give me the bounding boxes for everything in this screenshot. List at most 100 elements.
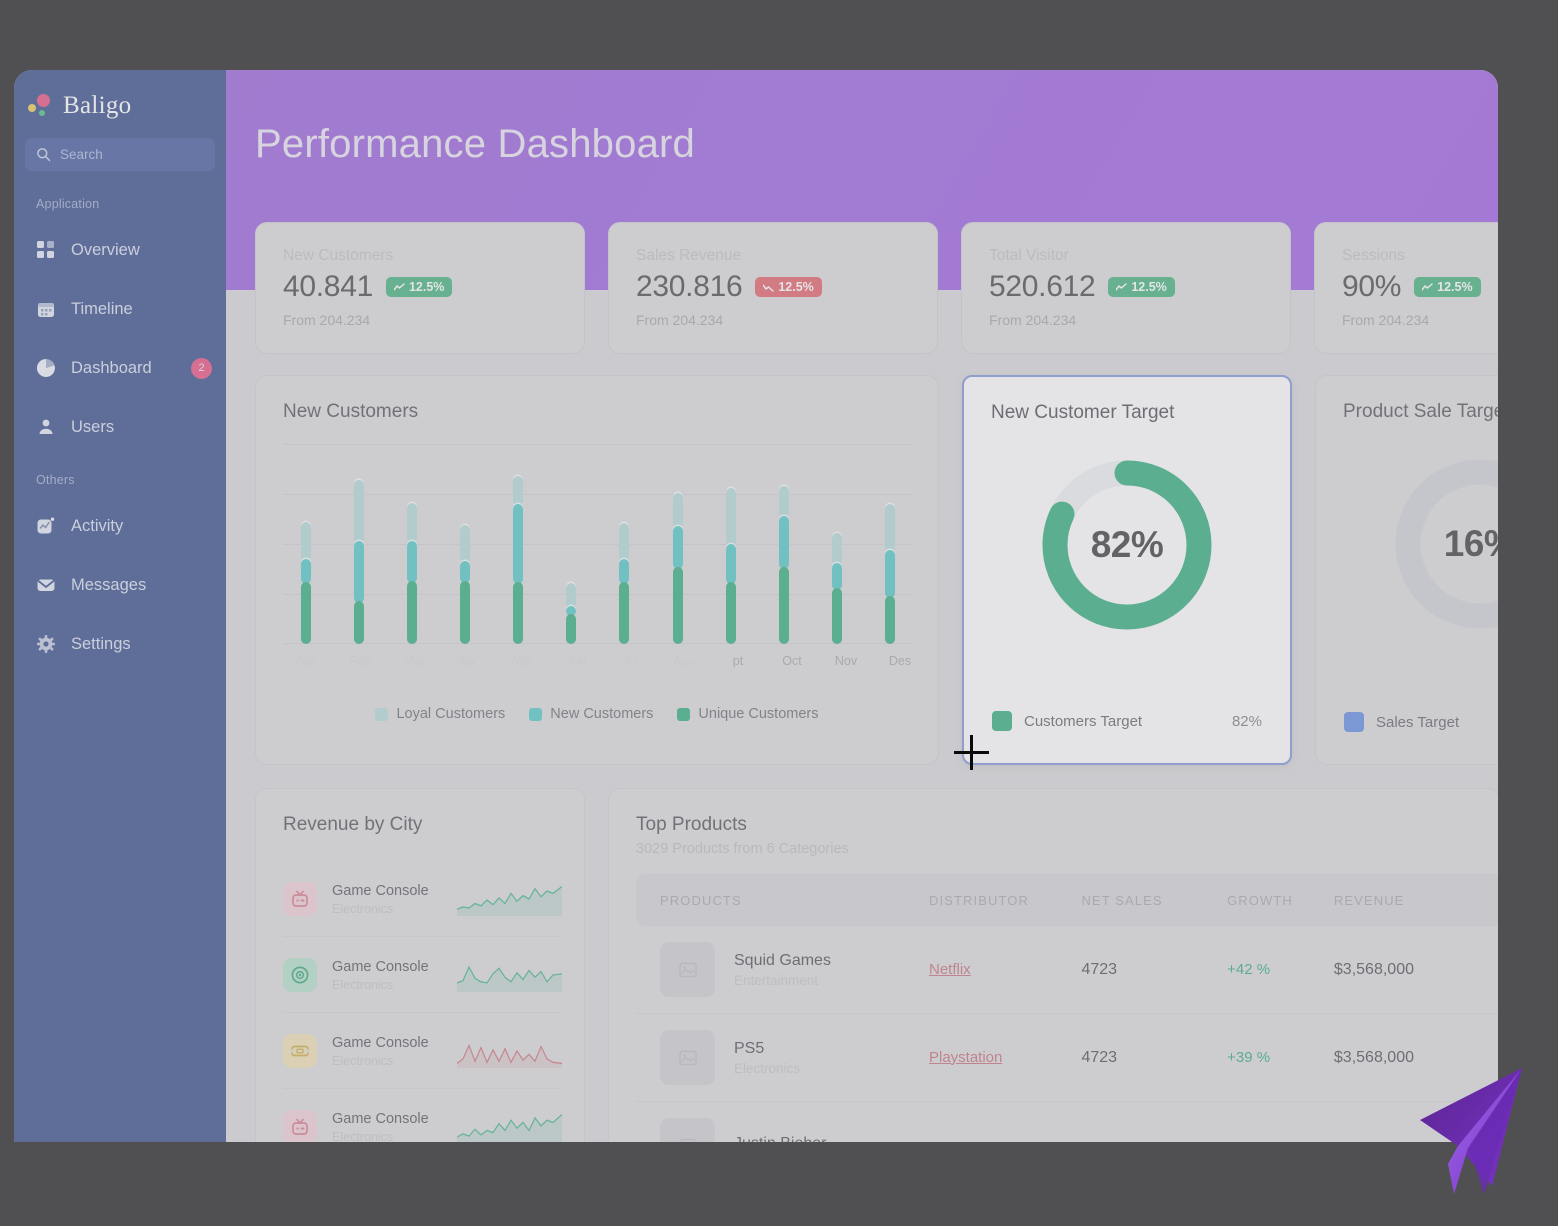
column-header-revenue: REVENUE <box>1333 892 1405 908</box>
sidebar-item-label: Timeline <box>71 299 133 318</box>
product-category: Entertainment <box>734 972 819 988</box>
bar-segment-newc <box>831 563 842 590</box>
sidebar-item-dashboard[interactable]: Dashboard 2 <box>14 348 226 388</box>
list-item[interactable]: Game Console Electronics <box>283 861 562 937</box>
main-content: Performance Dashboard New Customers 40.8… <box>226 70 1498 1142</box>
bar-segment-unique <box>672 567 683 644</box>
card-title: Revenue by City <box>283 814 423 835</box>
mail-icon <box>36 575 56 595</box>
sidebar-item-activity[interactable]: Activity <box>14 506 226 546</box>
bar-column[interactable] <box>354 444 365 644</box>
table-row[interactable]: Justin Bieber <box>636 1102 1498 1142</box>
kpi-trend-value: 12.5% <box>408 280 445 294</box>
kpi-title: Sales Revenue <box>636 247 742 264</box>
kpi-card-total-visitor[interactable]: Total Visitor 520.612 12.5% From 204.234 <box>961 222 1291 354</box>
bar-column[interactable] <box>884 444 895 644</box>
bar-column[interactable] <box>407 444 418 644</box>
kpi-card-sales-revenue[interactable]: Sales Revenue 230.816 12.5% From 204.234 <box>608 222 938 354</box>
bar-column[interactable] <box>566 444 577 644</box>
revenue-value: $3,568,000 <box>1333 1048 1414 1066</box>
bar-segment-newc <box>619 559 630 584</box>
brand-logo[interactable]: Baligo <box>14 70 226 124</box>
legend-label: New Customers <box>550 706 654 722</box>
kpi-card-new-customers[interactable]: New Customers 40.841 12.5% From 204.234 <box>255 222 585 354</box>
sidebar-item-label: Messages <box>71 575 147 594</box>
image-placeholder-icon <box>678 1138 697 1142</box>
city-item-category: Electronics <box>332 1053 394 1068</box>
kpi-trend-chip: 12.5% <box>385 277 453 297</box>
legend-swatch <box>375 707 389 721</box>
sidebar-item-overview[interactable]: Overview <box>14 230 226 270</box>
bottom-row: Revenue by City Game Console Electronics G… <box>255 788 1498 1142</box>
bar-segment-newc <box>884 550 895 598</box>
product-name: Squid Games <box>734 951 831 969</box>
kpi-from: From 204.234 <box>283 312 371 328</box>
distributor-link[interactable]: Netflix <box>929 961 971 978</box>
donut-legend-customers: Customers Target 82% <box>992 711 1262 731</box>
bar-segment-newc <box>301 559 311 584</box>
list-item[interactable]: Game Console Electronics <box>283 937 562 1013</box>
legend-item-new-customers[interactable]: New Customers <box>529 706 653 722</box>
bar-column[interactable] <box>513 444 524 644</box>
trend-up-icon <box>393 282 405 291</box>
gear-icon <box>36 634 56 654</box>
bar-column[interactable] <box>619 444 630 644</box>
product-name: PS5 <box>734 1039 765 1057</box>
play-icon <box>283 957 317 992</box>
bar-segment-loyal <box>301 522 311 561</box>
tv-icon <box>283 881 317 916</box>
legend-swatch <box>1344 712 1364 732</box>
sidebar-item-messages[interactable]: Messages <box>14 565 226 605</box>
table-row[interactable]: Squid Games Entertainment Netflix 4723 +42 %… <box>636 926 1498 1014</box>
x-axis-tick-label: Nov <box>834 654 858 668</box>
bar-segment-loyal <box>884 504 895 552</box>
legend-item-loyal-customers[interactable]: Loyal Customers <box>375 706 505 722</box>
bar-segment-unique <box>566 614 577 644</box>
search-icon <box>37 148 51 162</box>
revenue-value: $3,568,000 <box>1333 960 1414 978</box>
bar-column[interactable] <box>778 444 789 644</box>
bar-segment-unique <box>725 582 736 644</box>
bar-segment-loyal <box>566 583 577 608</box>
bar-segment-loyal <box>672 493 683 528</box>
net-sales-value: 4723 <box>1081 960 1118 978</box>
bar-column[interactable] <box>725 444 736 644</box>
kpi-title: Sessions <box>1342 247 1405 264</box>
card-title: Product Sale Target <box>1343 401 1498 422</box>
sidebar-item-label: Settings <box>71 634 131 653</box>
kpi-trend-value: 12.5% <box>778 280 814 294</box>
new-customer-target-card[interactable]: New Customer Target 82% Customers Target… <box>962 375 1292 765</box>
table-row[interactable]: PS5 Electronics Playstation 4723 +39 % $3,568… <box>636 1014 1498 1102</box>
column-header-net-sales: NET SALES <box>1081 892 1163 908</box>
product-sale-target-card[interactable]: Product Sale Target 16% Sales Target <box>1315 375 1498 765</box>
sidebar-item-users[interactable]: Users <box>14 407 226 447</box>
x-axis-tick-label: Jan <box>295 654 317 668</box>
list-item[interactable]: Game Console Electronics <box>283 1013 562 1089</box>
distributor-link[interactable]: Playstation <box>929 1049 1002 1066</box>
x-axis-tick-label: Jul <box>622 654 638 668</box>
bar-segment-newc <box>725 544 736 584</box>
net-sales-value: 4723 <box>1081 1048 1118 1066</box>
sidebar-item-settings[interactable]: Settings <box>14 624 226 664</box>
kpi-value: 90% <box>1342 270 1402 303</box>
search-input[interactable]: Search <box>25 138 215 171</box>
bar-column[interactable] <box>672 444 683 644</box>
sidebar-item-timeline[interactable]: Timeline <box>14 289 226 329</box>
brand-name: Baligo <box>63 92 132 119</box>
grid-icon <box>36 240 56 260</box>
legend-item-unique-customers[interactable]: Unique Customers <box>677 706 819 722</box>
revenue-by-city-card: Revenue by City Game Console Electronics G… <box>255 788 585 1142</box>
bar-column[interactable] <box>301 444 311 644</box>
list-item[interactable]: Game Console Electronics <box>283 1089 562 1142</box>
bar-column[interactable] <box>460 444 471 644</box>
x-axis-tick-label: Agu <box>672 654 696 668</box>
x-axis-tick-label: Feb <box>349 654 371 668</box>
legend-swatch <box>992 711 1012 731</box>
products-table: PRODUCTS DISTRIBUTOR NET SALES GROWTH RE… <box>636 874 1498 1142</box>
bar-segment-newc <box>778 516 789 569</box>
bar-column[interactable] <box>831 444 842 644</box>
donut-value: 16% <box>1443 523 1498 564</box>
bar-segment-loyal <box>407 503 418 543</box>
bar-segment-unique <box>301 582 311 644</box>
kpi-card-sessions[interactable]: Sessions 90% 12.5% From 204.234 <box>1314 222 1498 354</box>
